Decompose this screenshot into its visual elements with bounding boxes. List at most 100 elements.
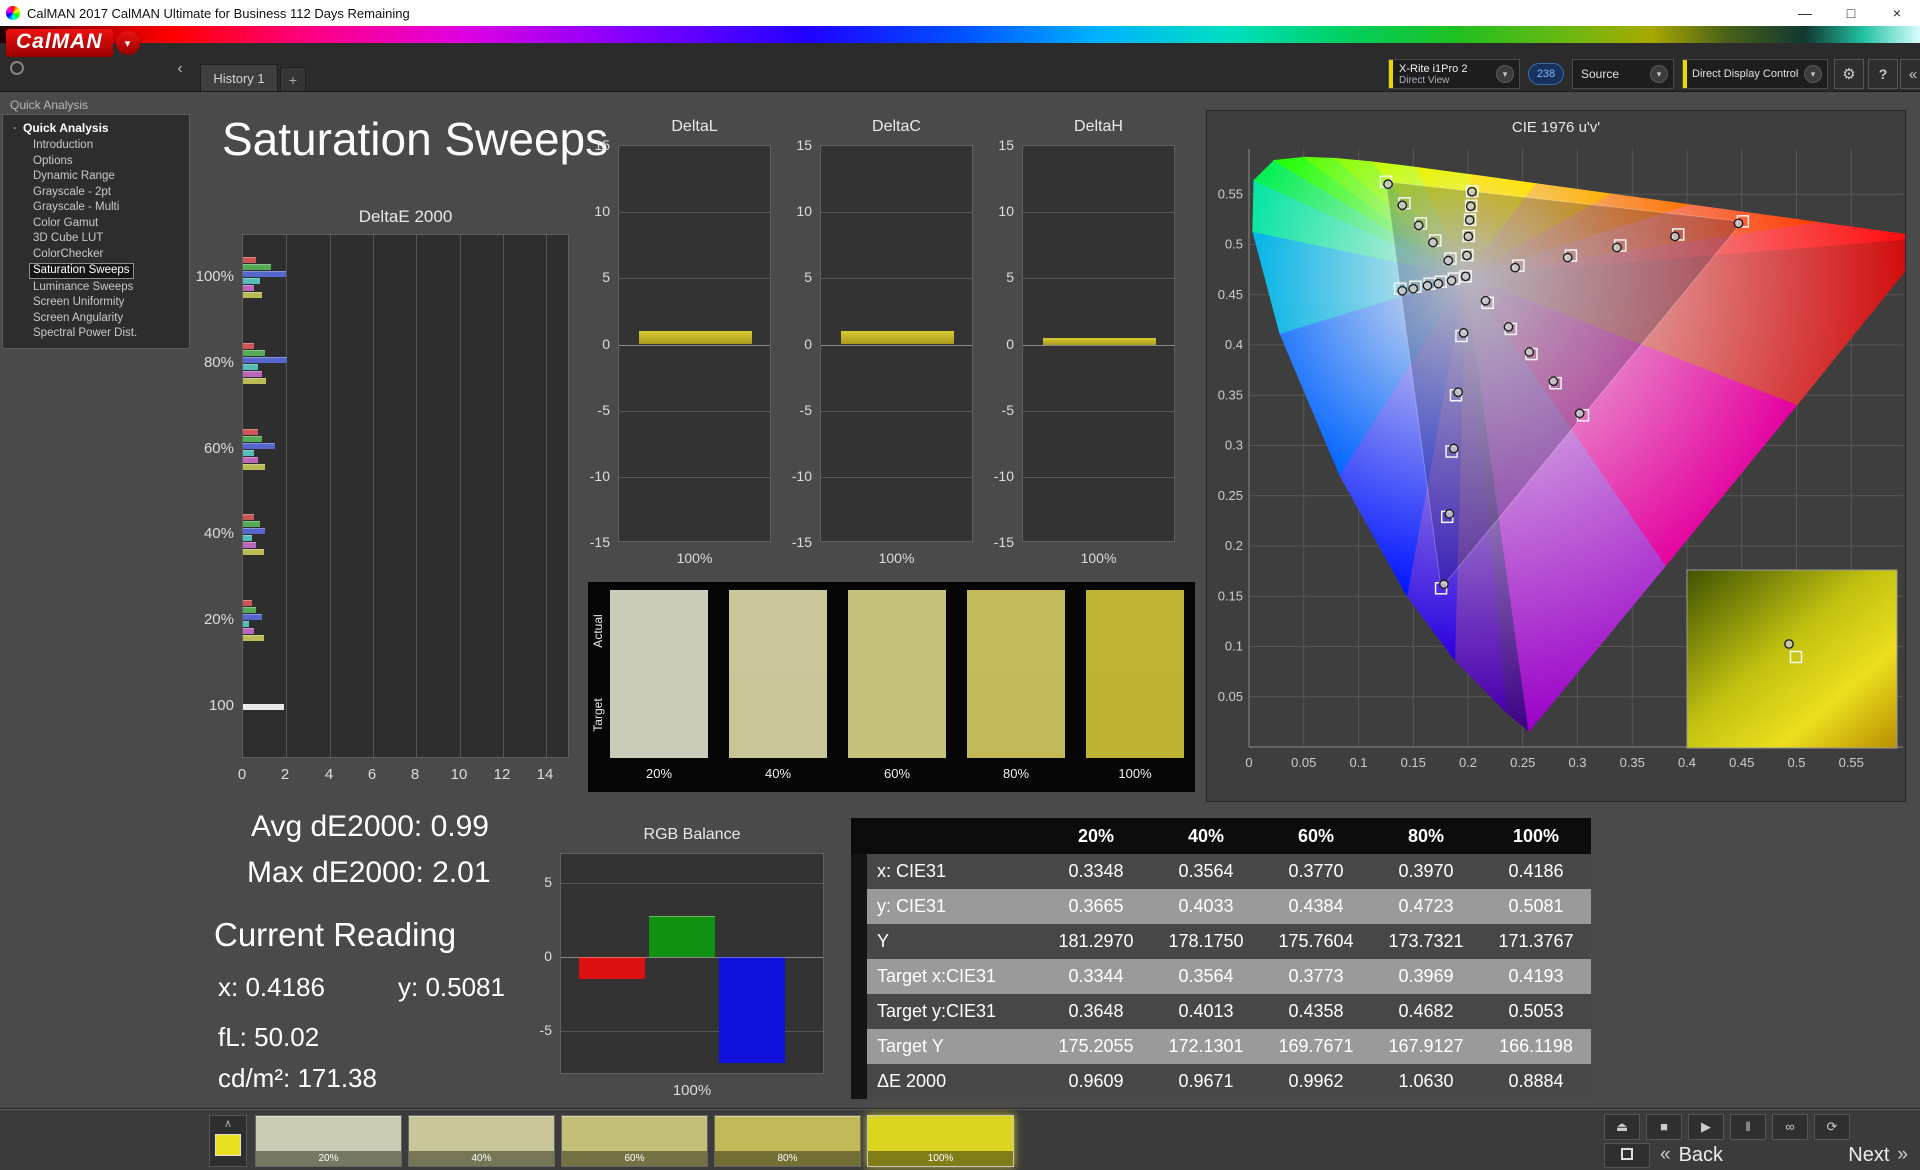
results-cell: 0.9609: [1041, 1064, 1151, 1099]
add-tab-button[interactable]: +: [280, 67, 306, 91]
delta-e-x-tick-label: 2: [280, 766, 290, 783]
sidebar-item-introduction[interactable]: Introduction: [3, 138, 189, 154]
back-button[interactable]: « Back: [1660, 1141, 1780, 1169]
delta-c-gridline-y: [821, 477, 972, 478]
delta-e-gridline-x: [503, 235, 504, 757]
sidebar-item-grayscale-2pt[interactable]: Grayscale - 2pt: [3, 185, 189, 201]
sidebar-item-grayscale-multi[interactable]: Grayscale - Multi: [3, 200, 189, 216]
sidebar-item-screen-uniformity[interactable]: Screen Uniformity: [3, 295, 189, 311]
saturation-swatch-button-40[interactable]: 40%: [408, 1115, 555, 1167]
chevron-down-icon[interactable]: ▾: [1496, 65, 1514, 83]
cie-measured-marker: [1439, 579, 1449, 590]
comparator-actual-swatch-100%: [1086, 590, 1184, 674]
delta-e-bar-red: [243, 600, 252, 606]
sidebar-item-dynamic-range[interactable]: Dynamic Range: [3, 169, 189, 185]
sidebar-item-color-gamut[interactable]: Color Gamut: [3, 216, 189, 232]
comparator-actual-swatch-40%: [729, 590, 827, 674]
delta-l-y-tick-label: 10: [594, 203, 610, 219]
help-icon[interactable]: ?: [1868, 59, 1898, 89]
saturation-swatch-button-60[interactable]: 60%: [561, 1115, 708, 1167]
results-row: x: CIE31 0.3348 0.3564 0.3770 0.3970 0.4186: [851, 854, 1591, 889]
delta-l-gridline-y: [619, 411, 770, 412]
svg-text:0.45: 0.45: [1218, 287, 1243, 302]
saturation-swatch-button-80[interactable]: 80%: [714, 1115, 861, 1167]
svg-text:0.25: 0.25: [1510, 755, 1535, 770]
sidebar-menu-icon[interactable]: [10, 61, 24, 75]
stop-large-button[interactable]: [1604, 1143, 1650, 1168]
results-cell: 0.4013: [1151, 994, 1261, 1029]
workflow-tree: · Quick Analysis Introduction Options Dynami…: [2, 114, 190, 349]
tab-history-1[interactable]: History 1: [200, 64, 278, 91]
results-cell: 181.2970: [1041, 924, 1151, 959]
sidebar-item-luminance-sweeps[interactable]: Luminance Sweeps: [3, 280, 189, 296]
delta-e-category-label: 100: [208, 697, 234, 714]
sidebar-item-spectral-power-dist[interactable]: Spectral Power Dist.: [3, 326, 189, 342]
play-button[interactable]: ▶: [1688, 1114, 1724, 1140]
eject-button[interactable]: ⏏: [1604, 1114, 1640, 1140]
results-row-label: Target x:CIE31: [867, 959, 1041, 994]
delta-e-bar-magenta: [243, 457, 258, 463]
results-cell: 1.0630: [1371, 1064, 1481, 1099]
collapse-right-icon[interactable]: «: [1900, 59, 1920, 89]
stop-large-icon: [1621, 1148, 1633, 1160]
saturation-swatch-button-100[interactable]: 100%: [867, 1115, 1014, 1167]
meter-dropdown[interactable]: X-Rite i1Pro 2 Direct View ▾: [1388, 59, 1520, 89]
rgb-bar-blue: [719, 957, 785, 1063]
sidebar-collapse-icon[interactable]: ‹: [170, 58, 190, 80]
results-row: y: CIE31 0.3665 0.4033 0.4384 0.4723 0.5081: [851, 889, 1591, 924]
minimize-button[interactable]: —: [1782, 0, 1828, 26]
results-header-strip: [851, 818, 867, 854]
delta-h-y-tick-label: 5: [1006, 269, 1014, 285]
delta-e-gridline-x: [286, 235, 287, 757]
results-cell: 169.7671: [1261, 1029, 1371, 1064]
pause-button[interactable]: ‖: [1730, 1114, 1766, 1140]
delta-e-category-label: 40%: [203, 525, 234, 542]
current-color-button[interactable]: ∧: [209, 1115, 247, 1167]
delta-e-bar-red: [243, 343, 254, 349]
rgb-y-tick-label: -5: [539, 1022, 552, 1038]
delta-l-gridline-y: [619, 278, 770, 279]
stop-button[interactable]: ■: [1646, 1114, 1682, 1140]
delta-e-x-tick-label: 0: [237, 766, 247, 783]
results-cell: 0.4723: [1371, 889, 1481, 924]
delta-l-title: DeltaL: [671, 118, 718, 135]
delta-h-gridline-y: [1023, 345, 1174, 346]
sidebar-item-saturation-sweeps[interactable]: Saturation Sweeps: [3, 262, 189, 280]
chevron-down-icon[interactable]: ▾: [1650, 65, 1668, 83]
cie-measured-marker: [1428, 237, 1438, 248]
calman-logo[interactable]: CalMAN ▾: [6, 29, 140, 57]
results-table: 20% 40% 60% 80% 100% x: CIE31 0.3348 0.3564 0.37…: [851, 818, 1591, 1099]
sidebar-item-screen-angularity[interactable]: Screen Angularity: [3, 311, 189, 327]
delta-e-x-tick-label: 4: [324, 766, 334, 783]
delta-e-bar-magenta: [243, 542, 256, 548]
sidebar-item-options[interactable]: Options: [3, 154, 189, 170]
next-button[interactable]: Next »: [1790, 1141, 1908, 1169]
calman-logo-text: CalMAN: [6, 29, 113, 57]
saturation-swatch-button-20[interactable]: 20%: [255, 1115, 402, 1167]
app-icon: [6, 6, 20, 20]
source-dropdown[interactable]: Source ▾: [1572, 59, 1674, 89]
refresh-button[interactable]: ⟳: [1814, 1114, 1850, 1140]
svg-text:0.35: 0.35: [1620, 755, 1645, 770]
delta-e-bar-cyan: [243, 450, 254, 456]
sidebar-item-colorchecker[interactable]: ColorChecker: [3, 247, 189, 263]
cie-measured-marker: [1548, 376, 1559, 387]
delta-e-bar-magenta: [243, 371, 262, 377]
gear-icon[interactable]: ⚙: [1834, 59, 1864, 89]
delta-e-x-tick-label: 14: [536, 766, 554, 783]
window-titlebar: CalMAN 2017 CalMAN Ultimate for Business…: [0, 0, 1920, 26]
loop-button[interactable]: ∞: [1772, 1114, 1808, 1140]
chevron-down-icon[interactable]: ▾: [1804, 65, 1822, 83]
current-fl-value: fL: 50.02: [218, 1022, 320, 1052]
delta-h-gridline-y: [1023, 278, 1174, 279]
delta-e-bar-cyan: [243, 621, 249, 627]
sidebar-root-item[interactable]: · Quick Analysis: [3, 119, 189, 138]
cie-measured-marker: [1444, 508, 1455, 519]
close-button[interactable]: ×: [1874, 0, 1920, 26]
sidebar-item-3d-cube-lut[interactable]: 3D Cube LUT: [3, 231, 189, 247]
delta-e-x-tick-label: 10: [450, 766, 468, 783]
results-cell: 173.7321: [1371, 924, 1481, 959]
actual-target-comparator: Actual Target 20% 40% 60% 80% 100%: [588, 582, 1195, 792]
display-control-dropdown[interactable]: Direct Display Control ▾: [1682, 59, 1828, 89]
maximize-button[interactable]: □: [1828, 0, 1874, 26]
